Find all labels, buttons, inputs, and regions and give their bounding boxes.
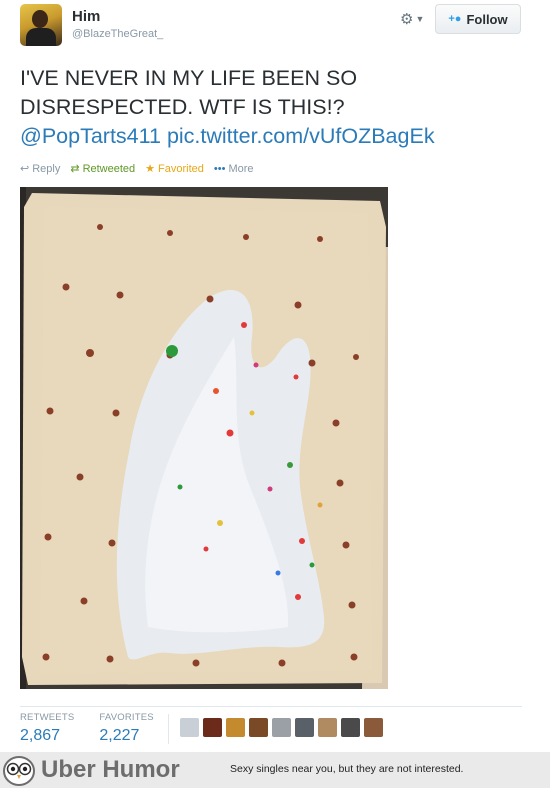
reply-button[interactable]: ↩ Reply [20,162,61,176]
avatar[interactable] [20,4,62,46]
favoriter-avatar[interactable] [180,718,199,737]
more-label: More [228,162,254,175]
add-person-icon: +● [448,13,462,25]
more-button[interactable]: ••• More [214,163,254,175]
stats-divider [20,706,522,707]
photo-link[interactable]: pic.twitter.com/vUfOZBagEk [167,124,435,148]
favoriter-avatar[interactable] [203,718,222,737]
reply-icon: ↩ [20,163,30,175]
favorites-count: 2,227 [99,727,140,744]
poptart-image [20,187,388,689]
tweet-text: I'VE NEVER IN MY LIFE BEEN SO DISRESPECT… [20,64,530,151]
brand-name: Uber Humor [41,756,180,783]
tweet-text-line: DISRESPECTED. WTF IS THIS!? [20,95,345,119]
gear-icon: ⚙ [400,11,414,28]
user-handle[interactable]: @BlazeTheGreat_ [72,28,163,40]
retweet-button[interactable]: ⇄ Retweeted [70,162,136,176]
more-icon: ••• [213,162,226,175]
brand-tagline: Sexy singles near you, but they are not … [230,763,464,775]
retweets-stat[interactable]: RETWEETS 2,867 [20,712,74,745]
stats-separator [168,714,169,744]
retweet-icon: ⇄ [70,163,80,175]
tweet-photo[interactable] [20,187,388,689]
favorites-label: FAVORITES [99,712,154,723]
reply-label: Reply [32,162,61,175]
tweet-actions: ↩ Reply ⇄ Retweeted ★ Favorited ••• More [20,162,254,176]
favoriter-avatars [180,718,383,737]
footer-banner: Uber Humor Sexy singles near you, but th… [0,752,550,788]
retweet-label: Retweeted [82,162,136,175]
favoriter-avatar[interactable] [226,718,245,737]
star-icon: ★ [145,163,156,175]
favorite-button[interactable]: ★ Favorited [145,162,204,176]
retweets-label: RETWEETS [20,712,75,723]
tweet-stats: RETWEETS 2,867 FAVORITES 2,227 [20,712,154,745]
favoriter-avatar[interactable] [341,718,360,737]
favorites-stat[interactable]: FAVORITES 2,227 [99,712,153,745]
retweets-count: 2,867 [20,727,61,744]
follow-label: Follow [466,11,508,27]
tweet-text-line: I'VE NEVER IN MY LIFE BEEN SO [20,66,358,90]
user-actions-dropdown[interactable]: ⚙ ▼ [400,10,424,28]
user-name[interactable]: Him [72,8,100,25]
favoriter-avatar[interactable] [295,718,314,737]
mention-link[interactable]: @PopTarts411 [20,124,161,148]
favoriter-avatar[interactable] [318,718,337,737]
favoriter-avatar[interactable] [364,718,383,737]
follow-button[interactable]: +● Follow [435,4,521,34]
favorite-label: Favorited [158,162,204,175]
owl-logo-icon [3,756,35,786]
chevron-down-icon: ▼ [415,14,425,24]
favoriter-avatar[interactable] [249,718,268,737]
favoriter-avatar[interactable] [272,718,291,737]
